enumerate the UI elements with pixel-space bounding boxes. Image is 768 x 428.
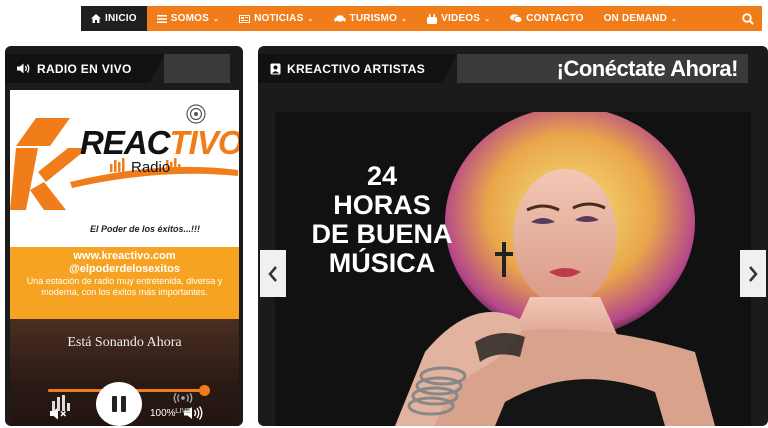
connect-now-cta[interactable]: ¡Conéctate Ahora! <box>557 56 739 82</box>
newspaper-icon <box>239 14 251 23</box>
artist-icon <box>270 63 281 74</box>
nav-item-somos[interactable]: SOMOS ⌄ <box>147 6 229 31</box>
station-url[interactable]: www.kreactivo.com <box>10 247 239 263</box>
nav-label: VIDEOS <box>441 13 481 24</box>
headline-line: MÚSICA <box>328 248 436 278</box>
live-indicator: LIVE <box>170 390 196 416</box>
search-icon <box>742 12 754 25</box>
slider-prev-button[interactable] <box>260 250 286 297</box>
headline-line: 24 <box>366 161 398 191</box>
list-icon <box>156 14 167 23</box>
youtube-icon <box>427 13 438 24</box>
artists-panel: KREACTIVO ARTISTAS ¡Conéctate Ahora! 24 … <box>258 46 768 426</box>
headline-line: DE BUENA <box>311 219 453 249</box>
equalizer-button[interactable] <box>52 395 70 416</box>
chevron-down-icon: ⌄ <box>401 15 408 23</box>
tab-divider <box>163 54 230 83</box>
nav-item-videos[interactable]: VIDEOS ⌄ <box>417 6 500 31</box>
artists-panel-title: KREACTIVO ARTISTAS <box>287 61 426 76</box>
nav-label: TURISMO <box>349 13 398 24</box>
home-icon <box>91 14 101 23</box>
nav-label: INICIO <box>105 13 137 24</box>
nav-label: ON DEMAND <box>603 13 668 24</box>
main-nav: INICIO SOMOS ⌄ NOTICIAS ⌄ TURISMO ⌄ VIDE… <box>81 6 762 31</box>
radio-panel-title: RADIO EN VIVO <box>37 61 132 76</box>
pause-button[interactable] <box>96 382 142 426</box>
search-button[interactable] <box>734 6 762 31</box>
chevron-down-icon: ⌄ <box>671 15 678 23</box>
now-playing-label: Está Sonando Ahora <box>67 335 182 350</box>
chevron-down-icon: ⌄ <box>307 15 314 23</box>
logo-sub-text: Radio <box>131 159 170 176</box>
nav-item-noticias[interactable]: NOTICIAS ⌄ <box>229 6 323 31</box>
radio-tab: RADIO EN VIVO <box>5 54 164 83</box>
nav-label: CONTACTO <box>526 13 584 24</box>
chevron-down-icon: ⌄ <box>484 15 491 23</box>
nav-label: NOTICIAS <box>254 13 304 24</box>
radio-panel: RADIO EN VIVO REACTIVO Radio El Poder de… <box>5 46 243 426</box>
station-card[interactable]: REACTIVO Radio El Poder de los éxitos...… <box>10 90 243 319</box>
live-label: LIVE <box>175 408 191 415</box>
nav-item-turismo[interactable]: TURISMO ⌄ <box>324 6 418 31</box>
station-handle[interactable]: @elpoderdelosexitos <box>10 263 239 275</box>
station-tagline: El Poder de los éxitos...!!! <box>90 224 201 234</box>
artist-slide[interactable]: 24 HORAS DE BUENA MÚSICA <box>275 112 751 426</box>
artists-tab: KREACTIVO ARTISTAS <box>258 54 458 83</box>
slider-next-button[interactable] <box>740 250 766 297</box>
chevron-down-icon: ⌄ <box>213 15 220 23</box>
nav-item-on-demand[interactable]: ON DEMAND ⌄ <box>594 6 688 31</box>
nav-label: SOMOS <box>170 13 209 24</box>
chevron-right-icon <box>749 265 758 282</box>
radio-panel-header: RADIO EN VIVO <box>5 54 230 83</box>
station-info: www.kreactivo.com @elpoderdelosexitos Un… <box>10 247 239 319</box>
nav-item-inicio[interactable]: INICIO <box>81 6 147 31</box>
car-icon <box>334 15 346 23</box>
slide-headline: 24 HORAS DE BUENA MÚSICA <box>297 162 467 278</box>
logo-brand-text: REACTIVO <box>80 124 239 161</box>
headline-line: HORAS <box>333 190 431 220</box>
nav-item-contacto[interactable]: CONTACTO <box>500 6 593 31</box>
speaker-icon <box>17 63 30 74</box>
broadcast-icon <box>173 392 193 404</box>
chat-icon <box>510 14 523 23</box>
chevron-left-icon <box>268 265 277 282</box>
equalizer-icon <box>52 395 70 411</box>
pause-icon <box>112 396 126 412</box>
station-description: Una estación de radio muy entretenida, d… <box>26 276 223 297</box>
station-logo: REACTIVO Radio El Poder de los éxitos...… <box>10 90 243 247</box>
player-controls: LIVE <box>10 380 239 426</box>
